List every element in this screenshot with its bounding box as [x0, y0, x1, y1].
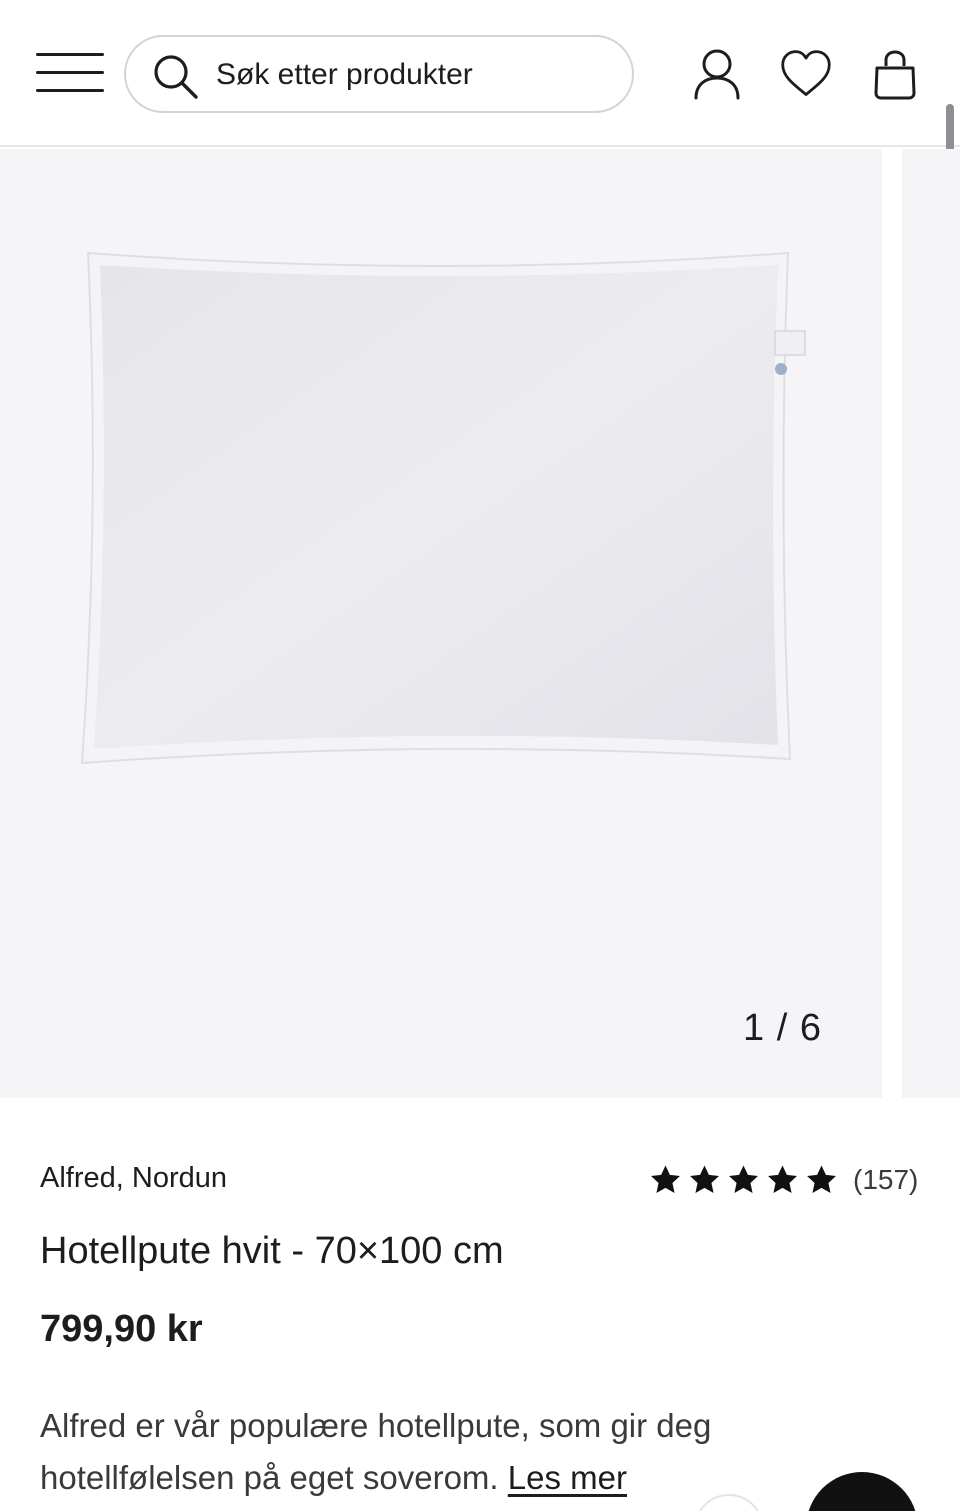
rating-stars: [648, 1163, 839, 1197]
image-counter: 1 / 6: [743, 1007, 822, 1049]
product-brand[interactable]: Alfred, Nordun: [40, 1162, 227, 1195]
next-image-preview[interactable]: [902, 149, 960, 1098]
product-description: Alfred er vår populære hotellpute, som g…: [40, 1400, 820, 1504]
search-bar[interactable]: [124, 35, 634, 113]
product-price: 799,90 kr: [40, 1308, 203, 1350]
product-image-pillow: [80, 251, 806, 765]
account-icon[interactable]: [690, 46, 744, 102]
star-icon: [651, 1165, 680, 1194]
read-more-link[interactable]: Les mer: [508, 1459, 627, 1496]
search-input[interactable]: [216, 51, 616, 99]
star-icon: [807, 1165, 836, 1194]
search-icon: [154, 55, 198, 99]
star-icon: [690, 1165, 719, 1194]
product-image-gallery[interactable]: 1 / 6: [0, 149, 882, 1098]
rating-count: (157): [853, 1164, 919, 1195]
site-header: [0, 0, 960, 147]
chat-button[interactable]: [806, 1472, 918, 1511]
star-icon: [768, 1165, 797, 1194]
heart-icon[interactable]: [779, 46, 833, 102]
product-rating[interactable]: (157): [648, 1160, 918, 1200]
menu-icon[interactable]: [36, 50, 104, 96]
star-icon: [729, 1165, 758, 1194]
shopping-bag-icon[interactable]: [868, 46, 922, 102]
product-title: Hotellpute hvit - 70×100 cm: [40, 1230, 504, 1272]
